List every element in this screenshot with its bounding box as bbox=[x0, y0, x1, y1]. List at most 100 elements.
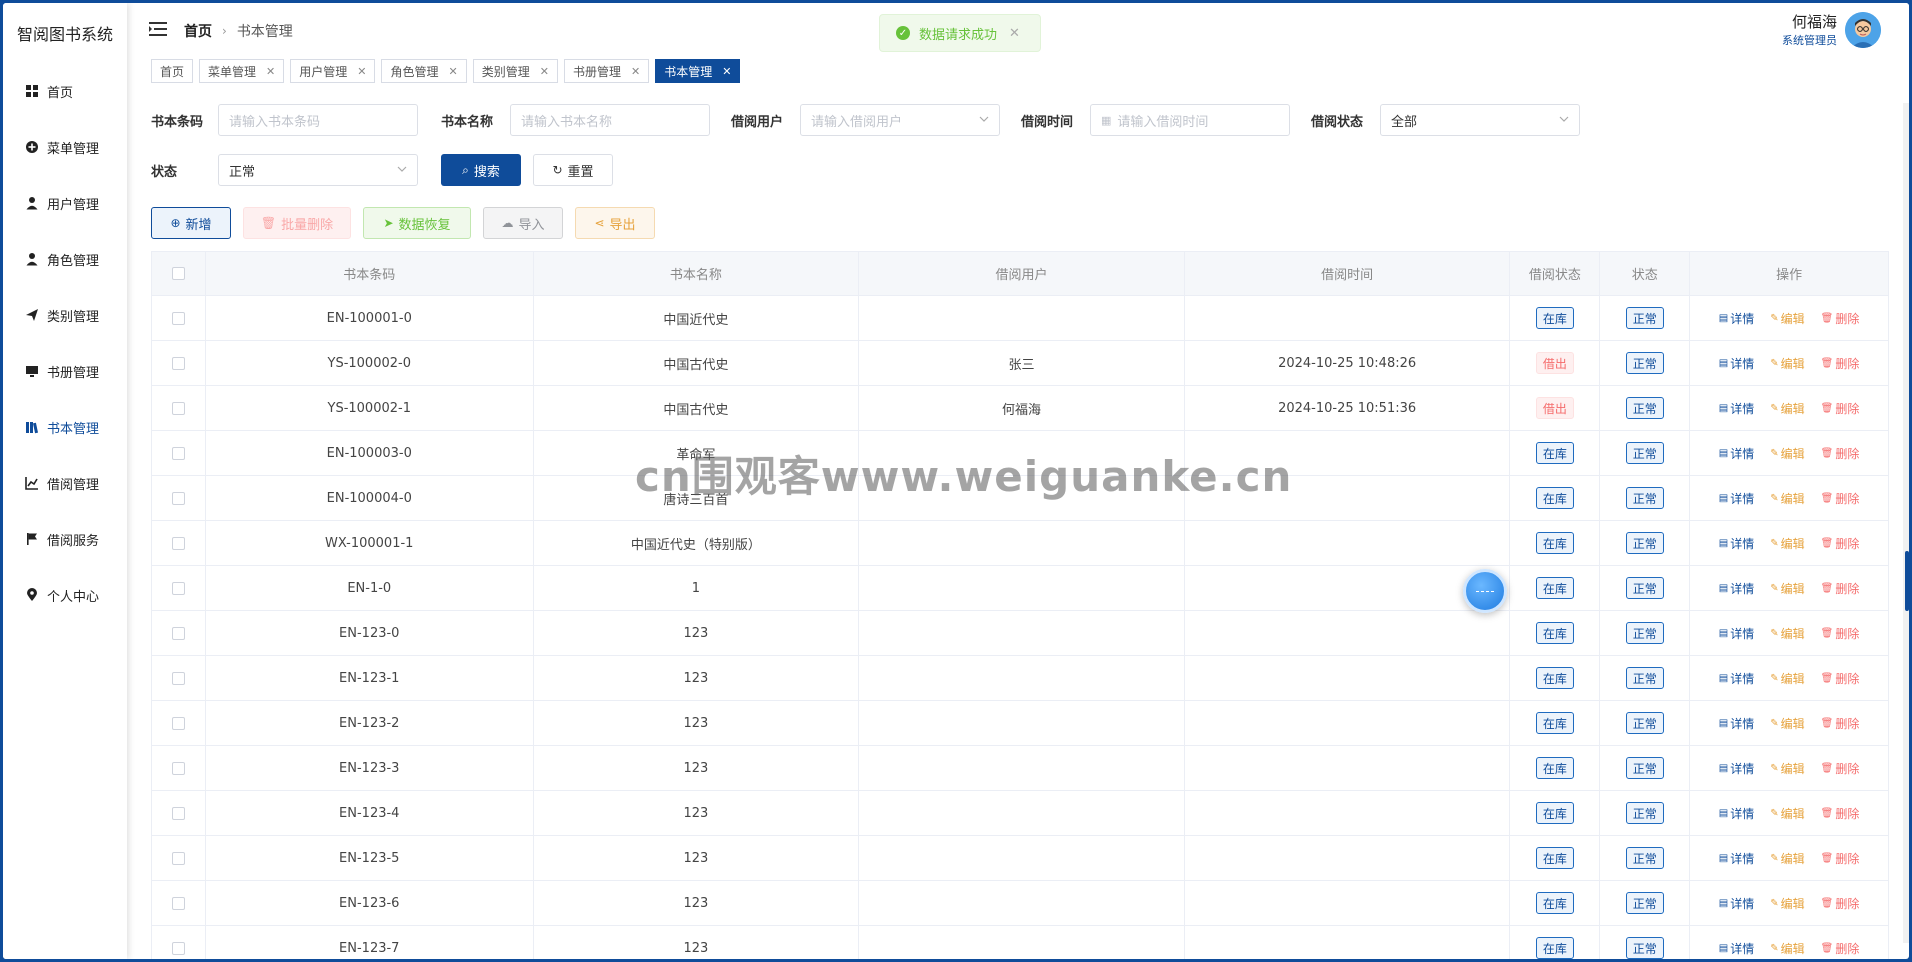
row-select-cell[interactable] bbox=[152, 341, 206, 385]
detail-link[interactable]: ▤ 详情 bbox=[1719, 670, 1754, 687]
edit-link[interactable]: ✎ 编辑 bbox=[1770, 895, 1804, 912]
sidebar-item[interactable]: 借阅服务 bbox=[3, 511, 127, 567]
sidebar-item[interactable]: 用户管理 bbox=[3, 175, 127, 231]
sidebar-item[interactable]: 类别管理 bbox=[3, 287, 127, 343]
delete-link[interactable]: 🗑 删除 bbox=[1821, 670, 1860, 687]
row-select-cell[interactable] bbox=[152, 296, 206, 340]
restore-button[interactable]: ➤ 数据恢复 bbox=[363, 207, 471, 239]
row-checkbox[interactable] bbox=[171, 896, 185, 910]
tag-item[interactable]: 角色管理 ✕ bbox=[381, 59, 467, 83]
close-icon[interactable]: ✕ bbox=[722, 65, 731, 78]
row-checkbox[interactable] bbox=[171, 311, 185, 325]
book-name-input[interactable]: 请输入书本名称 bbox=[510, 104, 710, 136]
sidebar-item[interactable]: 书册管理 bbox=[3, 343, 127, 399]
select-all-checkbox[interactable] bbox=[171, 267, 185, 280]
edit-link[interactable]: ✎ 编辑 bbox=[1770, 805, 1804, 822]
row-checkbox[interactable] bbox=[171, 941, 185, 955]
tag-item[interactable]: 书本管理 ✕ bbox=[655, 59, 741, 83]
row-select-cell[interactable] bbox=[152, 926, 206, 959]
detail-link[interactable]: ▤ 详情 bbox=[1719, 625, 1754, 642]
batch-delete-button[interactable]: 🗑 批量删除 bbox=[243, 207, 351, 239]
breadcrumb-home[interactable]: 首页 bbox=[184, 21, 212, 41]
detail-link[interactable]: ▤ 详情 bbox=[1719, 535, 1754, 552]
sidebar-item[interactable]: 书本管理 bbox=[3, 399, 127, 455]
detail-link[interactable]: ▤ 详情 bbox=[1719, 400, 1754, 417]
detail-link[interactable]: ▤ 详情 bbox=[1719, 355, 1754, 372]
edit-link[interactable]: ✎ 编辑 bbox=[1770, 850, 1804, 867]
row-select-cell[interactable] bbox=[152, 881, 206, 925]
edit-link[interactable]: ✎ 编辑 bbox=[1770, 535, 1804, 552]
edit-link[interactable]: ✎ 编辑 bbox=[1770, 310, 1804, 327]
row-select-cell[interactable] bbox=[152, 746, 206, 790]
close-icon[interactable]: ✕ bbox=[449, 65, 458, 78]
barcode-input[interactable]: 请输入书本条码 bbox=[218, 104, 418, 136]
delete-link[interactable]: 🗑 删除 bbox=[1821, 580, 1860, 597]
row-checkbox[interactable] bbox=[171, 671, 185, 685]
row-select-cell[interactable] bbox=[152, 791, 206, 835]
menu-toggle-icon[interactable] bbox=[149, 22, 167, 36]
row-select-cell[interactable] bbox=[152, 701, 206, 745]
edit-link[interactable]: ✎ 编辑 bbox=[1770, 400, 1804, 417]
tag-item[interactable]: 首页 bbox=[151, 59, 194, 83]
delete-link[interactable]: 🗑 删除 bbox=[1821, 625, 1860, 642]
edit-link[interactable]: ✎ 编辑 bbox=[1770, 355, 1804, 372]
delete-link[interactable]: 🗑 删除 bbox=[1821, 310, 1860, 327]
tag-item[interactable]: 类别管理 ✕ bbox=[472, 59, 558, 83]
row-checkbox[interactable] bbox=[171, 851, 185, 865]
delete-link[interactable]: 🗑 删除 bbox=[1821, 490, 1860, 507]
status-select[interactable]: 正常 bbox=[218, 154, 418, 186]
user-profile[interactable]: 何福海 系统管理员 bbox=[1782, 11, 1881, 48]
detail-link[interactable]: ▤ 详情 bbox=[1719, 760, 1754, 777]
close-icon[interactable]: ✕ bbox=[1009, 26, 1020, 41]
detail-link[interactable]: ▤ 详情 bbox=[1719, 895, 1754, 912]
row-checkbox[interactable] bbox=[171, 581, 185, 595]
row-select-cell[interactable] bbox=[152, 431, 206, 475]
row-checkbox[interactable] bbox=[171, 536, 185, 550]
detail-link[interactable]: ▤ 详情 bbox=[1719, 445, 1754, 462]
row-checkbox[interactable] bbox=[171, 761, 185, 775]
tag-item[interactable]: 书册管理 ✕ bbox=[563, 59, 650, 83]
reset-button[interactable]: ↻ 重置 bbox=[533, 154, 613, 186]
delete-link[interactable]: 🗑 删除 bbox=[1821, 535, 1860, 552]
row-checkbox[interactable] bbox=[171, 401, 185, 415]
close-icon[interactable]: ✕ bbox=[357, 65, 366, 78]
select-all-cell[interactable] bbox=[152, 252, 206, 295]
add-button[interactable]: ⊕ 新增 bbox=[151, 207, 231, 239]
delete-link[interactable]: 🗑 删除 bbox=[1821, 805, 1860, 822]
row-select-cell[interactable] bbox=[152, 521, 206, 565]
edit-link[interactable]: ✎ 编辑 bbox=[1770, 940, 1804, 957]
sidebar-item[interactable]: 菜单管理 bbox=[3, 119, 127, 175]
row-checkbox[interactable] bbox=[171, 491, 185, 505]
detail-link[interactable]: ▤ 详情 bbox=[1719, 805, 1754, 822]
delete-link[interactable]: 🗑 删除 bbox=[1821, 715, 1860, 732]
detail-link[interactable]: ▤ 详情 bbox=[1719, 940, 1754, 957]
scrollbar[interactable] bbox=[1903, 103, 1909, 943]
floating-assistant-button[interactable] bbox=[1463, 569, 1507, 613]
import-button[interactable]: ☁ 导入 bbox=[483, 207, 563, 239]
detail-link[interactable]: ▤ 详情 bbox=[1719, 490, 1754, 507]
sidebar-item[interactable]: 借阅管理 bbox=[3, 455, 127, 511]
row-select-cell[interactable] bbox=[152, 476, 206, 520]
delete-link[interactable]: 🗑 删除 bbox=[1821, 895, 1860, 912]
scrollbar-thumb[interactable] bbox=[1905, 551, 1909, 611]
borrow-status-select[interactable]: 全部 bbox=[1380, 104, 1580, 136]
row-select-cell[interactable] bbox=[152, 566, 206, 610]
delete-link[interactable]: 🗑 删除 bbox=[1821, 445, 1860, 462]
export-button[interactable]: ⋖ 导出 bbox=[575, 207, 655, 239]
sidebar-item[interactable]: 个人中心 bbox=[3, 567, 127, 623]
search-button[interactable]: ⌕ 搜索 bbox=[441, 154, 521, 186]
sidebar-item[interactable]: 首页 bbox=[3, 63, 127, 119]
delete-link[interactable]: 🗑 删除 bbox=[1821, 760, 1860, 777]
row-checkbox[interactable] bbox=[171, 806, 185, 820]
sidebar-item[interactable]: 角色管理 bbox=[3, 231, 127, 287]
edit-link[interactable]: ✎ 编辑 bbox=[1770, 580, 1804, 597]
detail-link[interactable]: ▤ 详情 bbox=[1719, 580, 1754, 597]
row-select-cell[interactable] bbox=[152, 836, 206, 880]
edit-link[interactable]: ✎ 编辑 bbox=[1770, 760, 1804, 777]
edit-link[interactable]: ✎ 编辑 bbox=[1770, 715, 1804, 732]
close-icon[interactable]: ✕ bbox=[266, 65, 275, 78]
detail-link[interactable]: ▤ 详情 bbox=[1719, 850, 1754, 867]
tag-item[interactable]: 菜单管理 ✕ bbox=[199, 59, 285, 83]
row-select-cell[interactable] bbox=[152, 386, 206, 430]
avatar[interactable] bbox=[1845, 11, 1881, 48]
